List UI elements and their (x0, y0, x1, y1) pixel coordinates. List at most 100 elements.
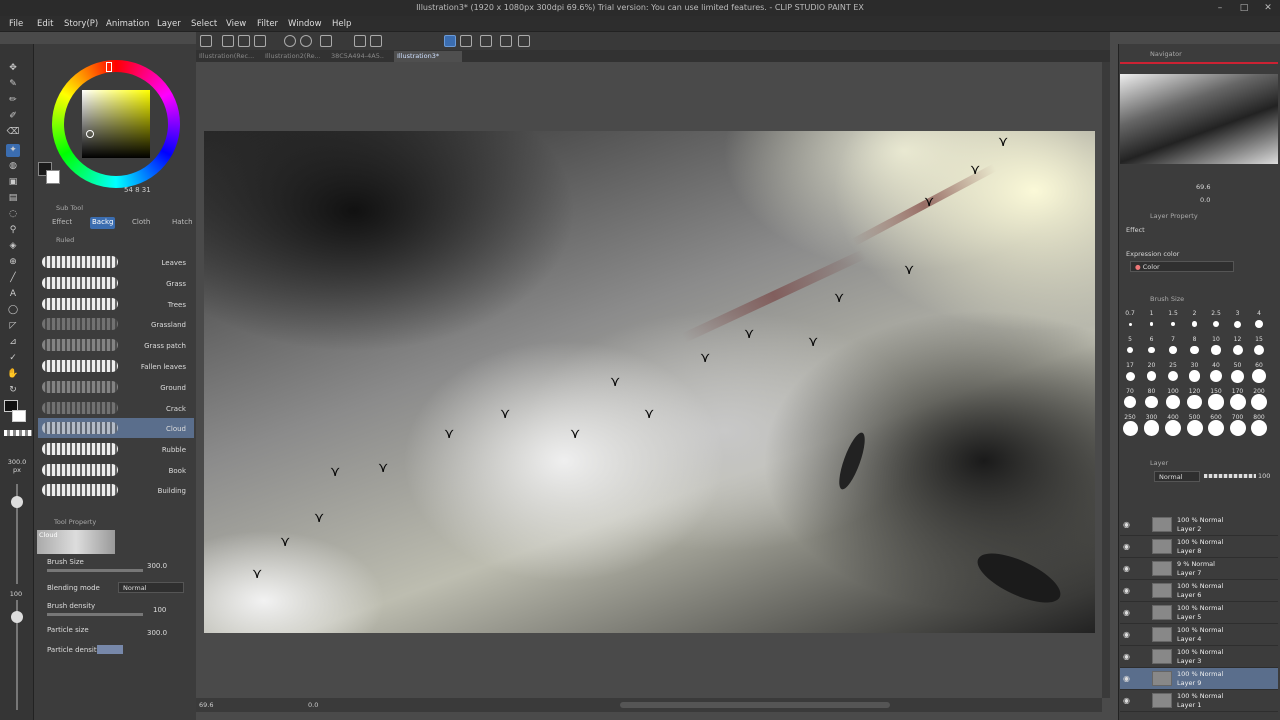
subtab-hatching[interactable]: Hatch (170, 217, 195, 229)
pen-settings-icon[interactable] (480, 35, 492, 47)
brush-size-dot[interactable] (1124, 396, 1136, 408)
artwork-canvas[interactable]: ⋎ ⋎ ⋎ ⋎ ⋎ ⋎ ⋎ ⋎ ⋎ ⋎ ⋎ ⋎ ⋎ ⋎ ⋎ ⋎ ⋎ ⋎ (204, 131, 1095, 633)
correct-line-icon[interactable]: ✓ (6, 352, 20, 365)
menu-help[interactable]: Help (332, 19, 351, 29)
frame-icon[interactable]: ◸ (6, 320, 20, 333)
brush-size-dot[interactable] (1127, 347, 1133, 353)
brush-size-dot[interactable] (1146, 371, 1157, 381)
brush-item-ground[interactable]: Ground (38, 377, 194, 397)
brush-size-dot[interactable] (1145, 395, 1158, 409)
brush-size-dot[interactable] (1187, 394, 1202, 410)
zoom-icon[interactable]: ⊕ (6, 256, 20, 269)
transparent-color-swatch[interactable] (4, 430, 32, 436)
brush-size-dot[interactable] (1232, 345, 1243, 355)
tab-38c5a494[interactable]: 38C5A494-4A5... (328, 51, 384, 62)
brush-size-dot[interactable] (1165, 420, 1181, 436)
tab-illustration-rec[interactable]: Illustration(Rec... (196, 51, 254, 62)
particle-density-bar[interactable] (97, 645, 123, 654)
pencil-icon[interactable]: ✏ (6, 94, 20, 107)
brush-size-dot[interactable] (1125, 371, 1135, 381)
menu-select[interactable]: Select (191, 19, 217, 29)
color-picker-icon[interactable]: ◈ (6, 240, 20, 253)
brush-density-slider[interactable] (47, 613, 143, 616)
menu-animation[interactable]: Animation (106, 19, 149, 29)
close-button[interactable]: ✕ (1256, 0, 1280, 16)
tab-illustration3[interactable]: Illustration3* (394, 51, 462, 62)
lasso-icon[interactable]: ◌ (6, 208, 20, 221)
brush-item-grassland[interactable]: Grassland (38, 314, 194, 334)
navigator-zoom[interactable]: 69.6 (1196, 183, 1210, 191)
clear-icon[interactable] (354, 35, 366, 47)
subtab-background[interactable]: Backg (90, 217, 116, 229)
brush-item-leaves[interactable]: Leaves (38, 252, 194, 272)
menu-edit[interactable]: Edit (37, 19, 53, 29)
pen-icon[interactable]: ✎ (6, 78, 20, 91)
brush-size-dot[interactable] (1255, 320, 1263, 328)
brush-icon[interactable]: ✐ (6, 110, 20, 123)
brush-item-trees[interactable]: Trees (38, 294, 194, 314)
snap-guide-icon[interactable] (460, 35, 472, 47)
home-icon[interactable] (200, 35, 212, 47)
loading-icon[interactable] (320, 35, 332, 47)
brush-size-dot[interactable] (1208, 394, 1224, 410)
hue-handle[interactable] (106, 62, 112, 72)
brush-size-dot[interactable] (1143, 420, 1160, 436)
brush-item-book[interactable]: Book (38, 460, 194, 480)
balloon-icon[interactable]: ◯ (6, 304, 20, 317)
save-icon[interactable] (254, 35, 266, 47)
visibility-eye-icon[interactable]: ◉ (1123, 586, 1130, 595)
menu-window[interactable]: Window (288, 19, 322, 29)
navigator-thumbnail[interactable] (1120, 74, 1278, 164)
help-icon[interactable] (518, 35, 530, 47)
visibility-eye-icon[interactable]: ◉ (1123, 520, 1130, 529)
grid-icon[interactable] (500, 35, 512, 47)
brush-size-dot[interactable] (1252, 369, 1266, 383)
brush-size-field[interactable]: 300.0 (147, 562, 167, 570)
brush-size-dot[interactable] (1128, 322, 1132, 326)
brush-size-dot[interactable] (1149, 322, 1154, 326)
brush-size-slider-handle[interactable] (11, 496, 23, 508)
brush-size-dot[interactable] (1122, 420, 1138, 436)
open-icon[interactable] (238, 35, 250, 47)
rotate-icon[interactable]: ↻ (6, 384, 20, 397)
layer-row[interactable]: ◉ 100 % Normal Layer 1 (1120, 690, 1278, 712)
menu-view[interactable]: View (226, 19, 246, 29)
brush-size-dot[interactable] (1231, 369, 1244, 383)
particle-size-field[interactable]: 300.0 (147, 629, 167, 637)
brush-size-dot[interactable] (1229, 394, 1246, 410)
brush-item-cloud[interactable]: Cloud (38, 418, 194, 438)
snap-ruler-icon[interactable] (444, 35, 456, 47)
visibility-eye-icon[interactable]: ◉ (1123, 608, 1130, 617)
brush-item-building[interactable]: Building (38, 480, 194, 500)
brush-size-dot[interactable] (1209, 369, 1223, 383)
brush-size-dot[interactable] (1251, 420, 1267, 436)
layer-opacity-slider[interactable] (1204, 474, 1256, 478)
text-icon[interactable]: A (6, 288, 20, 301)
visibility-eye-icon[interactable]: ◉ (1123, 652, 1130, 661)
fill-icon[interactable]: ▣ (6, 176, 20, 189)
blending-mode-select[interactable]: Normal (118, 582, 184, 593)
brush-size-dot[interactable] (1229, 420, 1246, 436)
layer-row[interactable]: ◉ 100 % Normal Layer 5 (1120, 602, 1278, 624)
layer-blend-mode-select[interactable]: Normal (1154, 471, 1200, 482)
layer-row[interactable]: ◉ 9 % Normal Layer 7 (1120, 558, 1278, 580)
horizontal-scrollbar[interactable] (620, 702, 890, 708)
brush-item-grass-patch[interactable]: Grass patch (38, 335, 194, 355)
layer-row[interactable]: ◉ 100 % Normal Layer 2 (1120, 514, 1278, 536)
subtab-clothing[interactable]: Cloth (130, 217, 152, 229)
layer-row[interactable]: ◉ 100 % Normal Layer 4 (1120, 624, 1278, 646)
secondary-color-swatch[interactable] (46, 170, 60, 184)
minimize-button[interactable]: – (1208, 0, 1232, 16)
sub-color-swatch[interactable] (12, 410, 26, 422)
decoration-tool-icon[interactable]: ✦ (6, 144, 20, 157)
brush-density-field[interactable]: 100 (153, 606, 166, 614)
visibility-eye-icon[interactable]: ◉ (1123, 542, 1130, 551)
hand-icon[interactable]: ✋ (6, 368, 20, 381)
brush-size-dot[interactable] (1253, 344, 1265, 356)
brush-size-dot[interactable] (1170, 321, 1176, 327)
brush-size-dot[interactable] (1166, 395, 1180, 409)
blend-icon[interactable]: ◍ (6, 160, 20, 173)
gradient-icon[interactable]: ▤ (6, 192, 20, 205)
brush-item-rubble[interactable]: Rubble (38, 439, 194, 459)
expression-color-select[interactable]: ● Color (1130, 261, 1234, 272)
